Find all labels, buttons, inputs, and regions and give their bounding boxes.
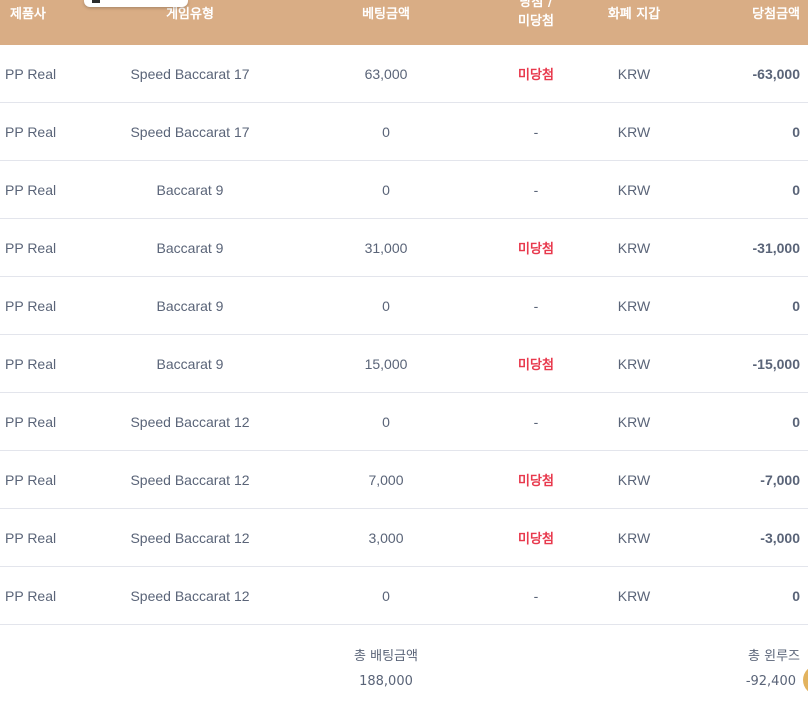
- total-bet-label: 총 배팅금액: [354, 649, 418, 664]
- cell-win-amount: -7,000: [760, 471, 800, 488]
- table-row: PP Real Speed Baccarat 12 7,000 미당첨 KRW -7,00…: [0, 451, 808, 509]
- cell-bet-amount: 31,000: [364, 239, 408, 256]
- cell-currency: KRW: [617, 355, 651, 372]
- cell-bet-amount: 0: [382, 297, 390, 314]
- cell-provider: PP Real: [5, 587, 57, 604]
- cell-game-type: Baccarat 9: [156, 239, 224, 256]
- cell-game-type: Speed Baccarat 17: [130, 123, 250, 140]
- cell-provider: PP Real: [5, 355, 57, 372]
- cell-win-amount: 0: [792, 297, 800, 314]
- cell-result: 미당첨: [518, 532, 554, 547]
- cell-game-type: Speed Baccarat 12: [130, 413, 250, 430]
- cell-result: 미당첨: [518, 242, 554, 257]
- cell-result: -: [533, 587, 539, 604]
- cell-bet-amount: 7,000: [368, 471, 404, 488]
- cell-win-amount: 0: [792, 413, 800, 430]
- cell-result: -: [533, 297, 539, 314]
- cell-result: 미당첨: [518, 68, 554, 83]
- cell-win-amount: -3,000: [760, 529, 800, 546]
- cell-currency: KRW: [617, 587, 651, 604]
- cell-win-amount: -63,000: [752, 65, 800, 82]
- table-row: PP Real Baccarat 9 15,000 미당첨 KRW -15,000: [0, 335, 808, 393]
- cell-provider: PP Real: [5, 123, 57, 140]
- cell-bet-amount: 3,000: [368, 529, 404, 546]
- total-winloss-label: 총 윈루즈: [748, 649, 800, 664]
- cell-provider: PP Real: [5, 65, 57, 82]
- cell-result: -: [533, 181, 539, 198]
- cell-bet-amount: 0: [382, 123, 390, 140]
- header-result-line2: 미당첨: [518, 14, 554, 29]
- header-provider: 제품사: [10, 7, 46, 22]
- cell-game-type: Baccarat 9: [156, 181, 224, 198]
- table-row: PP Real Speed Baccarat 12 0 - KRW 0: [0, 567, 808, 625]
- cell-provider: PP Real: [5, 471, 57, 488]
- cell-game-type: Speed Baccarat 12: [130, 529, 250, 546]
- cell-currency: KRW: [617, 123, 651, 140]
- table-row: PP Real Baccarat 9 0 - KRW 0: [0, 161, 808, 219]
- cell-result: -: [533, 123, 539, 140]
- cell-result: 미당첨: [518, 474, 554, 489]
- cell-win-amount: -15,000: [752, 355, 800, 372]
- cell-win-amount: 0: [792, 181, 800, 198]
- cell-currency: KRW: [617, 413, 651, 430]
- cell-currency: KRW: [617, 297, 651, 314]
- table-row: PP Real Speed Baccarat 12 3,000 미당첨 KRW -3,00…: [0, 509, 808, 567]
- table-row: PP Real Speed Baccarat 17 63,000 미당첨 KRW -63,…: [0, 45, 808, 103]
- cell-game-type: Speed Baccarat 17: [130, 65, 250, 82]
- summary-section: 총 배팅금액 188,000 총 윈루즈 -92,400: [0, 625, 808, 707]
- cell-bet-amount: 15,000: [364, 355, 408, 372]
- cell-currency: KRW: [617, 529, 651, 546]
- cell-win-amount: -31,000: [752, 239, 800, 256]
- cell-result: 미당첨: [518, 358, 554, 373]
- cell-currency: KRW: [617, 181, 651, 198]
- header-bet-amount: 베팅금액: [362, 7, 410, 22]
- cell-currency: KRW: [617, 65, 651, 82]
- cell-win-amount: 0: [792, 123, 800, 140]
- cell-provider: PP Real: [5, 297, 57, 314]
- cell-provider: PP Real: [5, 413, 57, 430]
- cell-bet-amount: 0: [382, 413, 390, 430]
- cell-game-type: Baccarat 9: [156, 297, 224, 314]
- cell-currency: KRW: [617, 471, 651, 488]
- cell-game-type: Speed Baccarat 12: [130, 471, 250, 488]
- table-row: PP Real Baccarat 9 0 - KRW 0: [0, 277, 808, 335]
- dropdown-overlay-edge[interactable]: [84, 0, 188, 7]
- cell-provider: PP Real: [5, 181, 57, 198]
- table-row: PP Real Speed Baccarat 17 0 - KRW 0: [0, 103, 808, 161]
- cell-bet-amount: 63,000: [364, 65, 408, 82]
- header-result-line1: 당첨 /: [519, 0, 553, 10]
- cell-game-type: Baccarat 9: [156, 355, 224, 372]
- cell-result: -: [533, 413, 539, 430]
- header-result: 당첨 / 미당첨: [480, 0, 592, 36]
- header-currency: 화폐 지갑: [607, 7, 661, 22]
- header-win-amount: 당첨금액: [752, 7, 800, 22]
- cell-win-amount: 0: [792, 587, 800, 604]
- cell-bet-amount: 0: [382, 181, 390, 198]
- cell-provider: PP Real: [5, 239, 57, 256]
- total-winloss-value: -92,400: [745, 674, 796, 689]
- table-row: PP Real Speed Baccarat 12 0 - KRW 0: [0, 393, 808, 451]
- cell-currency: KRW: [617, 239, 651, 256]
- cell-provider: PP Real: [5, 529, 57, 546]
- total-bet-value: 188,000: [359, 674, 413, 689]
- cell-game-type: Speed Baccarat 12: [130, 587, 250, 604]
- table-row: PP Real Baccarat 9 31,000 미당첨 KRW -31,000: [0, 219, 808, 277]
- cell-bet-amount: 0: [382, 587, 390, 604]
